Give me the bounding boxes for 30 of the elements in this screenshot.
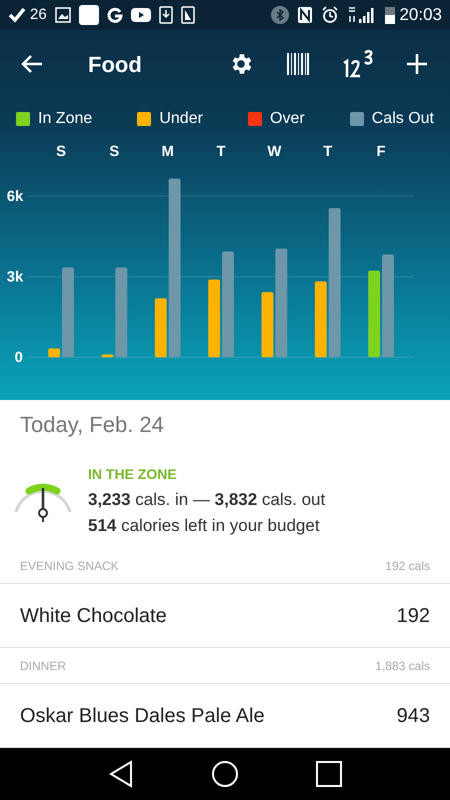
meal-name: EVENING SNACK [20,558,119,574]
day-label: T [216,144,226,160]
day-label: F [376,144,386,160]
legend-label: Cals Out [372,108,434,129]
zone-status: IN THE ZONE [88,465,178,484]
notification-count: 26 [30,4,47,25]
axis-label: 6k [6,190,24,206]
day-label: W [267,144,282,160]
food-name: Oskar Blues Dales Pale Ale [20,704,265,728]
food-entry[interactable]: White Chocolate 192 [0,584,450,648]
meal-name: DINNER [20,658,66,674]
day-label: T [323,144,332,160]
budget-summary: 514 calories left in your budget [88,514,321,536]
screen-title: Food [88,50,142,79]
calories-summary: 3,233 cals. in — 3,832 cals. out [88,489,326,511]
clock-time: 20:03 [399,4,442,26]
day-label: M [162,144,174,160]
legend-label: In Zone [38,108,92,129]
day-label: S [56,144,66,160]
meal-total: 192 cals [385,558,430,574]
food-calories: 943 [396,704,430,728]
meal-total: 1,883 cals [375,658,430,674]
food-name: White Chocolate [20,604,167,628]
legend-label: Over [270,108,305,129]
food-calories: 192 [396,604,430,628]
axis-label: 3k [6,270,24,286]
day-label: S [109,144,120,160]
axis-label: 0 [14,350,23,366]
legend-label: Under [159,108,203,129]
date-title: Today, Feb. 24 [19,411,165,439]
